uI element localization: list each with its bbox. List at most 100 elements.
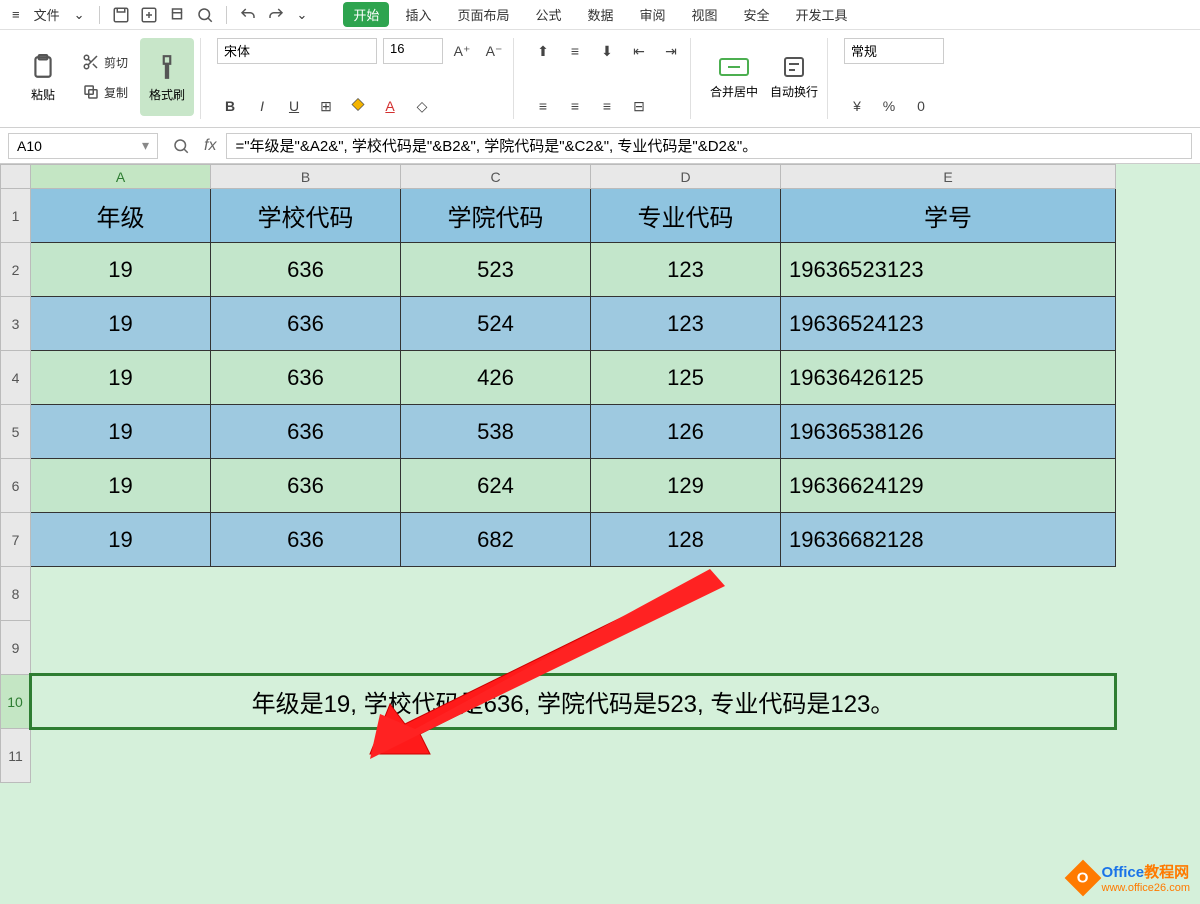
cell-B2[interactable]: 636 [211, 243, 401, 297]
cell-A5[interactable]: 19 [31, 405, 211, 459]
row-header-8[interactable]: 8 [1, 567, 31, 621]
cell-A7[interactable]: 19 [31, 513, 211, 567]
tab-devtools[interactable]: 开发工具 [786, 1, 858, 28]
paste-button[interactable]: 粘贴 [16, 38, 70, 116]
row-header-1[interactable]: 1 [1, 189, 31, 243]
cell-D3[interactable]: 123 [591, 297, 781, 351]
cell-B3[interactable]: 636 [211, 297, 401, 351]
indent-decrease-icon[interactable]: ⇤ [626, 38, 652, 64]
align-bottom-icon[interactable]: ⬇ [594, 38, 620, 64]
underline-button[interactable]: U [281, 93, 307, 119]
cell-D5[interactable]: 126 [591, 405, 781, 459]
comma-icon[interactable]: 0 [908, 93, 934, 119]
cell-B4[interactable]: 636 [211, 351, 401, 405]
cell-C1[interactable]: 学院代码 [401, 189, 591, 243]
increase-font-icon[interactable]: A⁺ [449, 38, 475, 64]
cell-D6[interactable]: 129 [591, 459, 781, 513]
row-header-6[interactable]: 6 [1, 459, 31, 513]
col-header-C[interactable]: C [401, 165, 591, 189]
cell-C4[interactable]: 426 [401, 351, 591, 405]
cell-E3[interactable]: 19636524123 [781, 297, 1116, 351]
fill-color-icon[interactable] [345, 93, 371, 119]
border-button[interactable]: ⊞ [313, 93, 339, 119]
redo-icon[interactable] [265, 4, 287, 26]
align-right-icon[interactable]: ≡ [594, 93, 620, 119]
copy-button[interactable]: 复制 [76, 81, 134, 103]
row-header-9[interactable]: 9 [1, 621, 31, 675]
tab-insert[interactable]: 插入 [395, 1, 441, 28]
bold-button[interactable]: B [217, 93, 243, 119]
save-icon[interactable] [110, 4, 132, 26]
row-header-3[interactable]: 3 [1, 297, 31, 351]
number-format-select[interactable]: 常规 [844, 38, 944, 64]
tab-page-layout[interactable]: 页面布局 [447, 1, 519, 28]
cell-E6[interactable]: 19636624129 [781, 459, 1116, 513]
fx-icon[interactable]: fx [204, 137, 216, 155]
row-header-2[interactable]: 2 [1, 243, 31, 297]
cell-D7[interactable]: 128 [591, 513, 781, 567]
tab-view[interactable]: 视图 [682, 1, 728, 28]
cell-empty-8[interactable] [31, 567, 1116, 621]
format-painter-button[interactable]: 格式刷 [140, 38, 194, 116]
col-header-D[interactable]: D [591, 165, 781, 189]
tab-review[interactable]: 审阅 [630, 1, 676, 28]
cell-E1[interactable]: 学号 [781, 189, 1116, 243]
cell-D1[interactable]: 专业代码 [591, 189, 781, 243]
tab-start[interactable]: 开始 [343, 2, 389, 27]
cell-A10-result[interactable]: 年级是19, 学校代码是636, 学院代码是523, 专业代码是123。 [31, 675, 1116, 729]
indent-increase-icon[interactable]: ⇥ [658, 38, 684, 64]
cell-E4[interactable]: 19636426125 [781, 351, 1116, 405]
cell-A1[interactable]: 年级 [31, 189, 211, 243]
name-box[interactable]: A10 ▾ [8, 133, 158, 159]
cell-C5[interactable]: 538 [401, 405, 591, 459]
cell-B7[interactable]: 636 [211, 513, 401, 567]
cell-B5[interactable]: 636 [211, 405, 401, 459]
cell-B6[interactable]: 636 [211, 459, 401, 513]
auto-wrap-button[interactable]: 自动换行 [767, 38, 821, 116]
file-dropdown-icon[interactable]: ⌄ [70, 5, 89, 25]
col-header-E[interactable]: E [781, 165, 1116, 189]
align-center-icon[interactable]: ≡ [562, 93, 588, 119]
cell-A3[interactable]: 19 [31, 297, 211, 351]
row-header-5[interactable]: 5 [1, 405, 31, 459]
tab-formula[interactable]: 公式 [525, 1, 571, 28]
font-name-select[interactable]: 宋体 [217, 38, 377, 64]
tab-data[interactable]: 数据 [577, 1, 623, 28]
cell-D2[interactable]: 123 [591, 243, 781, 297]
cell-A6[interactable]: 19 [31, 459, 211, 513]
select-all-corner[interactable] [1, 165, 31, 189]
col-header-A[interactable]: A [31, 165, 211, 189]
undo-icon[interactable] [237, 4, 259, 26]
decrease-font-icon[interactable]: A⁻ [481, 38, 507, 64]
currency-icon[interactable]: ¥ [844, 93, 870, 119]
cell-C3[interactable]: 524 [401, 297, 591, 351]
cut-button[interactable]: 剪切 [76, 51, 134, 73]
cell-C7[interactable]: 682 [401, 513, 591, 567]
align-left-icon[interactable]: ≡ [530, 93, 556, 119]
cell-empty-9[interactable] [31, 621, 1116, 675]
align-middle-icon[interactable]: ≡ [562, 38, 588, 64]
font-size-select[interactable]: 16 [383, 38, 443, 64]
preview-icon[interactable] [194, 4, 216, 26]
cell-C2[interactable]: 523 [401, 243, 591, 297]
menubar-dropdown-icon[interactable]: ⌄ [293, 5, 312, 25]
zoom-icon[interactable] [168, 133, 194, 159]
align-top-icon[interactable]: ⬆ [530, 38, 556, 64]
italic-button[interactable]: I [249, 93, 275, 119]
clear-format-icon[interactable]: ◇ [409, 93, 435, 119]
cell-D4[interactable]: 125 [591, 351, 781, 405]
tab-security[interactable]: 安全 [734, 1, 780, 28]
col-header-B[interactable]: B [211, 165, 401, 189]
cell-A2[interactable]: 19 [31, 243, 211, 297]
cell-E5[interactable]: 19636538126 [781, 405, 1116, 459]
cell-C6[interactable]: 624 [401, 459, 591, 513]
formula-input[interactable]: ="年级是"&A2&", 学校代码是"&B2&", 学院代码是"&C2&", 专… [226, 133, 1192, 159]
row-header-10[interactable]: 10 [1, 675, 31, 729]
cell-empty-11[interactable] [31, 729, 1116, 783]
cell-B1[interactable]: 学校代码 [211, 189, 401, 243]
file-menu[interactable]: 文件 [30, 3, 64, 26]
save-as-icon[interactable] [138, 4, 160, 26]
cell-E7[interactable]: 19636682128 [781, 513, 1116, 567]
percent-icon[interactable]: % [876, 93, 902, 119]
row-header-11[interactable]: 11 [1, 729, 31, 783]
